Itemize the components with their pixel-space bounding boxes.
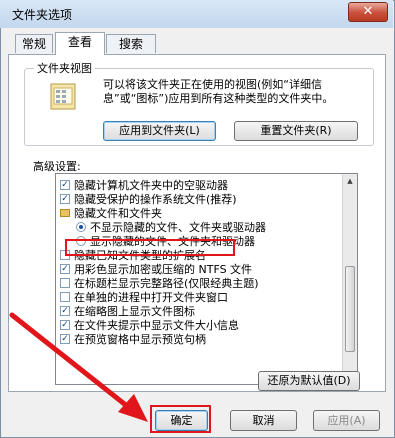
checkbox-checked[interactable]: ✓ (60, 264, 70, 274)
folder-views-title: 文件夹视图 (34, 60, 95, 76)
checkbox-unchecked[interactable] (60, 278, 70, 288)
folder-views-icon (50, 83, 76, 110)
list-group-label: 隐藏文件和文件夹 (74, 207, 162, 220)
close-button[interactable]: ✕ (348, 2, 388, 22)
list-item-label: 在标题栏显示完整路径(仅限经典主题) (74, 277, 259, 290)
tab-search[interactable]: 搜索 (106, 34, 156, 53)
folder-views-description: 可以将该文件夹正在使用的视图(例如“详细信息”或“图标”)应用到所有这种类型的文… (103, 78, 334, 105)
scroll-thumb[interactable] (345, 266, 355, 352)
apply-button[interactable]: 应用(A) (313, 410, 380, 431)
advanced-settings-label: 高级设置: (33, 160, 81, 173)
window-title: 文件夹选项 (12, 8, 73, 22)
tab-general[interactable]: 常规 (15, 34, 53, 53)
list-item-label: 不显示隐藏的文件、文件夹或驱动器 (90, 221, 266, 234)
checkbox-checked[interactable]: ✓ (60, 180, 70, 190)
tab-view[interactable]: 查看 (55, 32, 105, 55)
arrow-annotation-icon (9, 312, 148, 422)
list-item-label: 隐藏受保护的操作系统文件(推荐) (74, 193, 237, 206)
radio-selected[interactable] (76, 222, 86, 232)
list-item-label: 隐藏计算机文件夹中的空驱动器 (74, 179, 228, 192)
folder-icon (60, 209, 70, 217)
apply-to-folders-button[interactable]: 应用到文件夹(L) (103, 121, 216, 141)
checkbox-checked[interactable]: ✓ (60, 194, 70, 204)
scroll-up-icon[interactable]: ▲ (344, 174, 356, 188)
cancel-button[interactable]: 取消 (230, 410, 297, 431)
list-item-label: 用彩色显示加密或压缩的 NTFS 文件 (74, 263, 253, 276)
highlight-box-extension (65, 239, 235, 256)
reset-folders-button[interactable]: 重置文件夹(R) (234, 121, 358, 141)
list-scrollbar[interactable]: ▲ ▼ (342, 174, 357, 384)
restore-defaults-button[interactable]: 还原为默认值(D) (258, 371, 360, 391)
